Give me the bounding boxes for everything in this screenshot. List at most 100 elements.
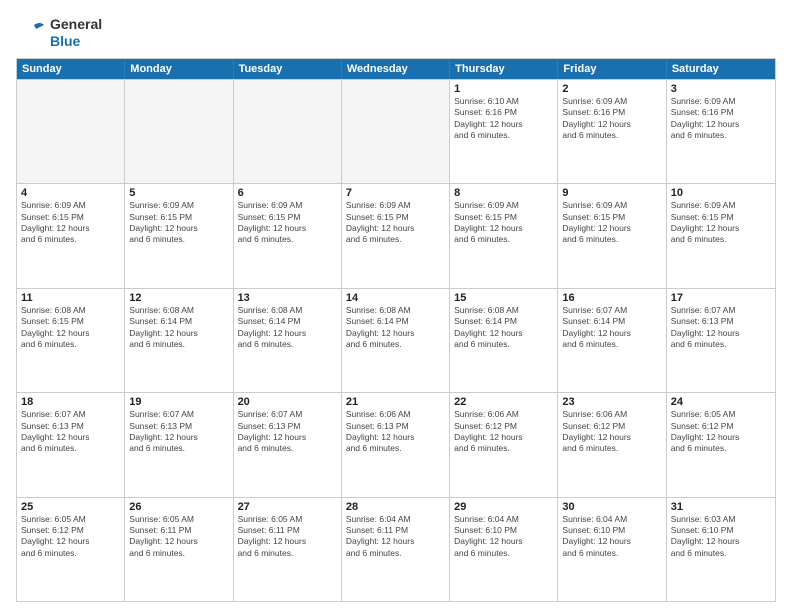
- page-header: General Blue: [16, 16, 776, 50]
- day-number: 17: [671, 292, 771, 304]
- calendar-week-row: 25Sunrise: 6:05 AM Sunset: 6:12 PM Dayli…: [17, 497, 775, 601]
- day-info: Sunrise: 6:07 AM Sunset: 6:13 PM Dayligh…: [129, 409, 228, 455]
- day-number: 19: [129, 396, 228, 408]
- day-info: Sunrise: 6:06 AM Sunset: 6:13 PM Dayligh…: [346, 409, 445, 455]
- day-info: Sunrise: 6:08 AM Sunset: 6:14 PM Dayligh…: [346, 305, 445, 351]
- day-info: Sunrise: 6:09 AM Sunset: 6:15 PM Dayligh…: [129, 200, 228, 246]
- calendar-day-27: 27Sunrise: 6:05 AM Sunset: 6:11 PM Dayli…: [234, 498, 342, 601]
- day-info: Sunrise: 6:09 AM Sunset: 6:16 PM Dayligh…: [671, 96, 771, 142]
- day-number: 25: [21, 501, 120, 513]
- day-info: Sunrise: 6:07 AM Sunset: 6:13 PM Dayligh…: [238, 409, 337, 455]
- calendar-day-13: 13Sunrise: 6:08 AM Sunset: 6:14 PM Dayli…: [234, 289, 342, 392]
- day-info: Sunrise: 6:08 AM Sunset: 6:14 PM Dayligh…: [129, 305, 228, 351]
- calendar-week-row: 18Sunrise: 6:07 AM Sunset: 6:13 PM Dayli…: [17, 392, 775, 496]
- day-info: Sunrise: 6:09 AM Sunset: 6:15 PM Dayligh…: [238, 200, 337, 246]
- day-info: Sunrise: 6:06 AM Sunset: 6:12 PM Dayligh…: [454, 409, 553, 455]
- day-info: Sunrise: 6:07 AM Sunset: 6:14 PM Dayligh…: [562, 305, 661, 351]
- calendar-day-3: 3Sunrise: 6:09 AM Sunset: 6:16 PM Daylig…: [667, 80, 775, 183]
- day-number: 10: [671, 187, 771, 199]
- calendar-day-20: 20Sunrise: 6:07 AM Sunset: 6:13 PM Dayli…: [234, 393, 342, 496]
- day-number: 4: [21, 187, 120, 199]
- day-info: Sunrise: 6:05 AM Sunset: 6:12 PM Dayligh…: [671, 409, 771, 455]
- day-number: 20: [238, 396, 337, 408]
- day-info: Sunrise: 6:04 AM Sunset: 6:10 PM Dayligh…: [562, 514, 661, 560]
- day-number: 5: [129, 187, 228, 199]
- calendar-body: 1Sunrise: 6:10 AM Sunset: 6:16 PM Daylig…: [17, 79, 775, 601]
- day-info: Sunrise: 6:07 AM Sunset: 6:13 PM Dayligh…: [671, 305, 771, 351]
- calendar-week-row: 1Sunrise: 6:10 AM Sunset: 6:16 PM Daylig…: [17, 79, 775, 183]
- calendar-day-23: 23Sunrise: 6:06 AM Sunset: 6:12 PM Dayli…: [558, 393, 666, 496]
- day-info: Sunrise: 6:04 AM Sunset: 6:11 PM Dayligh…: [346, 514, 445, 560]
- calendar-day-18: 18Sunrise: 6:07 AM Sunset: 6:13 PM Dayli…: [17, 393, 125, 496]
- calendar-day-11: 11Sunrise: 6:08 AM Sunset: 6:15 PM Dayli…: [17, 289, 125, 392]
- calendar-empty-cell: [125, 80, 233, 183]
- day-number: 22: [454, 396, 553, 408]
- calendar-day-28: 28Sunrise: 6:04 AM Sunset: 6:11 PM Dayli…: [342, 498, 450, 601]
- day-info: Sunrise: 6:09 AM Sunset: 6:15 PM Dayligh…: [454, 200, 553, 246]
- day-number: 21: [346, 396, 445, 408]
- calendar-header-cell-sunday: Sunday: [17, 59, 125, 79]
- calendar-day-21: 21Sunrise: 6:06 AM Sunset: 6:13 PM Dayli…: [342, 393, 450, 496]
- day-number: 28: [346, 501, 445, 513]
- logo-container: General Blue: [16, 16, 102, 50]
- calendar-day-22: 22Sunrise: 6:06 AM Sunset: 6:12 PM Dayli…: [450, 393, 558, 496]
- calendar-day-16: 16Sunrise: 6:07 AM Sunset: 6:14 PM Dayli…: [558, 289, 666, 392]
- day-number: 1: [454, 83, 553, 95]
- calendar-day-31: 31Sunrise: 6:03 AM Sunset: 6:10 PM Dayli…: [667, 498, 775, 601]
- day-number: 15: [454, 292, 553, 304]
- day-info: Sunrise: 6:07 AM Sunset: 6:13 PM Dayligh…: [21, 409, 120, 455]
- day-info: Sunrise: 6:05 AM Sunset: 6:11 PM Dayligh…: [238, 514, 337, 560]
- day-number: 29: [454, 501, 553, 513]
- calendar-day-9: 9Sunrise: 6:09 AM Sunset: 6:15 PM Daylig…: [558, 184, 666, 287]
- calendar-day-24: 24Sunrise: 6:05 AM Sunset: 6:12 PM Dayli…: [667, 393, 775, 496]
- calendar-header-cell-thursday: Thursday: [450, 59, 558, 79]
- calendar-day-29: 29Sunrise: 6:04 AM Sunset: 6:10 PM Dayli…: [450, 498, 558, 601]
- calendar-day-5: 5Sunrise: 6:09 AM Sunset: 6:15 PM Daylig…: [125, 184, 233, 287]
- day-number: 23: [562, 396, 661, 408]
- logo: General Blue: [16, 16, 102, 50]
- day-info: Sunrise: 6:04 AM Sunset: 6:10 PM Dayligh…: [454, 514, 553, 560]
- calendar-header-cell-monday: Monday: [125, 59, 233, 79]
- calendar-header-cell-friday: Friday: [558, 59, 666, 79]
- calendar-week-row: 4Sunrise: 6:09 AM Sunset: 6:15 PM Daylig…: [17, 183, 775, 287]
- day-info: Sunrise: 6:09 AM Sunset: 6:16 PM Dayligh…: [562, 96, 661, 142]
- calendar-day-1: 1Sunrise: 6:10 AM Sunset: 6:16 PM Daylig…: [450, 80, 558, 183]
- calendar-day-4: 4Sunrise: 6:09 AM Sunset: 6:15 PM Daylig…: [17, 184, 125, 287]
- day-number: 2: [562, 83, 661, 95]
- day-number: 3: [671, 83, 771, 95]
- calendar-day-12: 12Sunrise: 6:08 AM Sunset: 6:14 PM Dayli…: [125, 289, 233, 392]
- day-number: 8: [454, 187, 553, 199]
- day-number: 11: [21, 292, 120, 304]
- day-number: 27: [238, 501, 337, 513]
- day-number: 31: [671, 501, 771, 513]
- day-number: 16: [562, 292, 661, 304]
- calendar-header-cell-tuesday: Tuesday: [234, 59, 342, 79]
- calendar-day-7: 7Sunrise: 6:09 AM Sunset: 6:15 PM Daylig…: [342, 184, 450, 287]
- day-info: Sunrise: 6:09 AM Sunset: 6:15 PM Dayligh…: [21, 200, 120, 246]
- day-number: 30: [562, 501, 661, 513]
- calendar-day-8: 8Sunrise: 6:09 AM Sunset: 6:15 PM Daylig…: [450, 184, 558, 287]
- day-info: Sunrise: 6:08 AM Sunset: 6:15 PM Dayligh…: [21, 305, 120, 351]
- day-info: Sunrise: 6:08 AM Sunset: 6:14 PM Dayligh…: [454, 305, 553, 351]
- day-info: Sunrise: 6:09 AM Sunset: 6:15 PM Dayligh…: [346, 200, 445, 246]
- calendar: SundayMondayTuesdayWednesdayThursdayFrid…: [16, 58, 776, 602]
- day-number: 12: [129, 292, 228, 304]
- day-number: 24: [671, 396, 771, 408]
- calendar-day-19: 19Sunrise: 6:07 AM Sunset: 6:13 PM Dayli…: [125, 393, 233, 496]
- calendar-empty-cell: [17, 80, 125, 183]
- day-number: 14: [346, 292, 445, 304]
- calendar-day-25: 25Sunrise: 6:05 AM Sunset: 6:12 PM Dayli…: [17, 498, 125, 601]
- calendar-week-row: 11Sunrise: 6:08 AM Sunset: 6:15 PM Dayli…: [17, 288, 775, 392]
- day-info: Sunrise: 6:09 AM Sunset: 6:15 PM Dayligh…: [671, 200, 771, 246]
- day-number: 26: [129, 501, 228, 513]
- day-number: 6: [238, 187, 337, 199]
- day-info: Sunrise: 6:05 AM Sunset: 6:12 PM Dayligh…: [21, 514, 120, 560]
- day-number: 18: [21, 396, 120, 408]
- day-info: Sunrise: 6:08 AM Sunset: 6:14 PM Dayligh…: [238, 305, 337, 351]
- calendar-day-26: 26Sunrise: 6:05 AM Sunset: 6:11 PM Dayli…: [125, 498, 233, 601]
- day-number: 13: [238, 292, 337, 304]
- day-info: Sunrise: 6:10 AM Sunset: 6:16 PM Dayligh…: [454, 96, 553, 142]
- calendar-empty-cell: [342, 80, 450, 183]
- calendar-day-15: 15Sunrise: 6:08 AM Sunset: 6:14 PM Dayli…: [450, 289, 558, 392]
- day-info: Sunrise: 6:03 AM Sunset: 6:10 PM Dayligh…: [671, 514, 771, 560]
